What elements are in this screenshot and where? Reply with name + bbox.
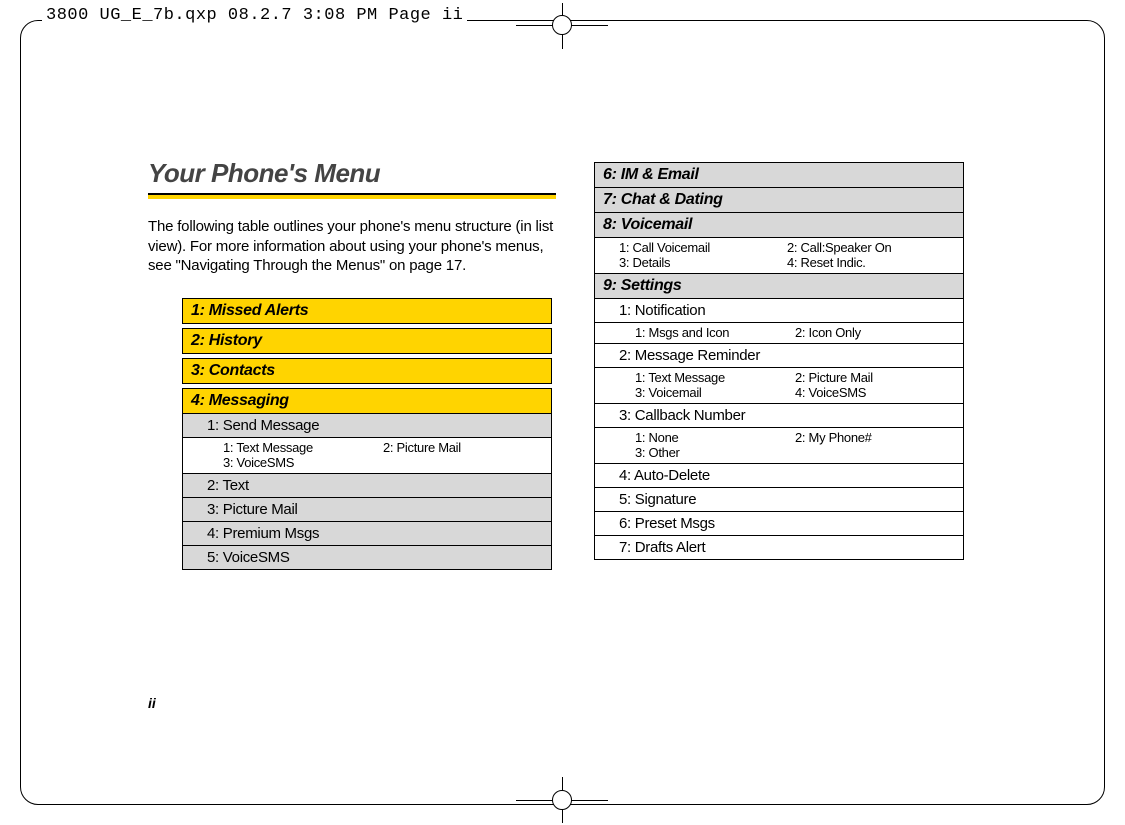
menu-callback-number-opts: 1: None 2: My Phone# 3: Other [594, 428, 964, 464]
menu-text: 2: Text [182, 474, 552, 498]
menu-message-reminder-opts: 1: Text Message 2: Picture Mail 3: Voice… [594, 368, 964, 404]
menu-auto-delete: 4: Auto-Delete [594, 464, 964, 488]
menu-chat-dating: 7: Chat & Dating [594, 188, 964, 213]
opt: 4: Reset Indic. [787, 255, 955, 270]
page-number: ii [148, 695, 156, 711]
opt: 1: Text Message [635, 370, 795, 385]
crop-mark-bottom [552, 790, 572, 810]
menu-notification-opts: 1: Msgs and Icon 2: Icon Only [594, 323, 964, 344]
menu-im-email: 6: IM & Email [594, 162, 964, 188]
opt: 1: Call Voicemail [619, 240, 787, 255]
opt: 3: Voicemail [635, 385, 795, 400]
menu-callback-number: 3: Callback Number [594, 404, 964, 428]
menu-send-message-opts: 1: Text Message 2: Picture Mail 3: Voice… [182, 438, 552, 474]
menu-premium-msgs: 4: Premium Msgs [182, 522, 552, 546]
menu-signature: 5: Signature [594, 488, 964, 512]
menu-preset-msgs: 6: Preset Msgs [594, 512, 964, 536]
opt: 3: Details [619, 255, 787, 270]
menu-notification: 1: Notification [594, 299, 964, 323]
content-area: Your Phone's Menu The following table ou… [148, 158, 1018, 570]
opt: 2: Call:Speaker On [787, 240, 955, 255]
menu-drafts-alert: 7: Drafts Alert [594, 536, 964, 560]
header-filename: 3800 UG_E_7b.qxp 08.2.7 3:08 PM Page ii [42, 6, 467, 25]
opt: 4: VoiceSMS [795, 385, 955, 400]
opt: 3: Other [635, 445, 795, 460]
opt: 2: My Phone# [795, 430, 955, 445]
menu-history: 2: History [182, 328, 552, 354]
intro-paragraph: The following table outlines your phone'… [148, 217, 556, 276]
menu-missed-alerts: 1: Missed Alerts [182, 298, 552, 324]
menu-message-reminder: 2: Message Reminder [594, 344, 964, 368]
menu-voicemail-opts: 1: Call Voicemail 2: Call:Speaker On 3: … [594, 238, 964, 274]
menu-settings: 9: Settings [594, 274, 964, 299]
opt: 1: Msgs and Icon [635, 325, 795, 340]
menu-column-left: 1: Missed Alerts 2: History 3: Contacts … [182, 298, 552, 570]
opt: 3: VoiceSMS [223, 455, 383, 470]
crop-mark-top [552, 15, 572, 35]
opt: 2: Picture Mail [795, 370, 955, 385]
opt: 1: None [635, 430, 795, 445]
menu-column-right: 6: IM & Email 7: Chat & Dating 8: Voicem… [594, 162, 964, 560]
menu-messaging: 4: Messaging [182, 388, 552, 414]
opt: 2: Picture Mail [383, 440, 543, 455]
menu-voicesms: 5: VoiceSMS [182, 546, 552, 570]
opt: 1: Text Message [223, 440, 383, 455]
menu-picture-mail: 3: Picture Mail [182, 498, 552, 522]
menu-contacts: 3: Contacts [182, 358, 552, 384]
menu-send-message: 1: Send Message [182, 414, 552, 438]
title-underline [148, 193, 556, 199]
menu-voicemail: 8: Voicemail [594, 213, 964, 238]
opt: 2: Icon Only [795, 325, 955, 340]
